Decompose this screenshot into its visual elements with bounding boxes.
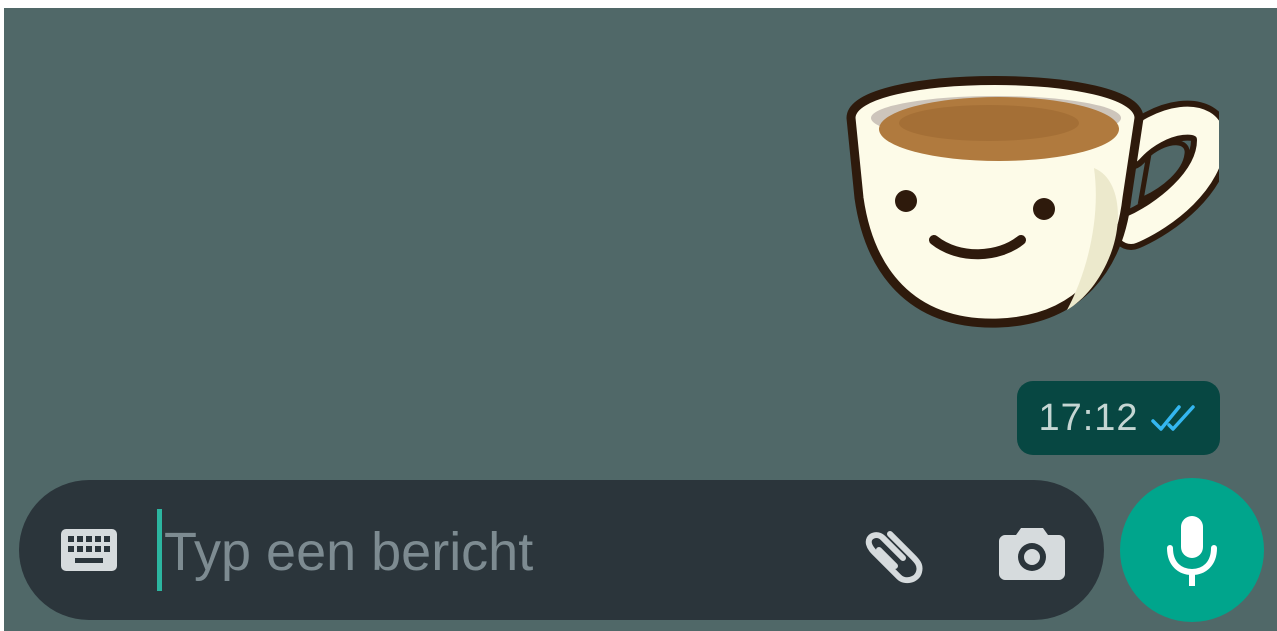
camera-icon[interactable] [999, 524, 1065, 580]
message-timestamp-bubble: 17:12 [1017, 381, 1220, 455]
keyboard-icon[interactable] [61, 529, 117, 571]
message-input[interactable]: Typ een bericht [164, 520, 533, 584]
message-time: 17:12 [1038, 396, 1139, 439]
message-composer: Typ een bericht [19, 480, 1104, 620]
double-check-read-icon [1150, 405, 1195, 431]
chat-area: 17:12 Typ een bericht [4, 8, 1277, 631]
voice-record-button[interactable] [1120, 478, 1264, 622]
text-cursor [157, 509, 162, 591]
coffee-cup-sticker[interactable] [839, 68, 1232, 343]
microphone-icon [1167, 516, 1217, 586]
paperclip-icon[interactable] [857, 518, 927, 588]
